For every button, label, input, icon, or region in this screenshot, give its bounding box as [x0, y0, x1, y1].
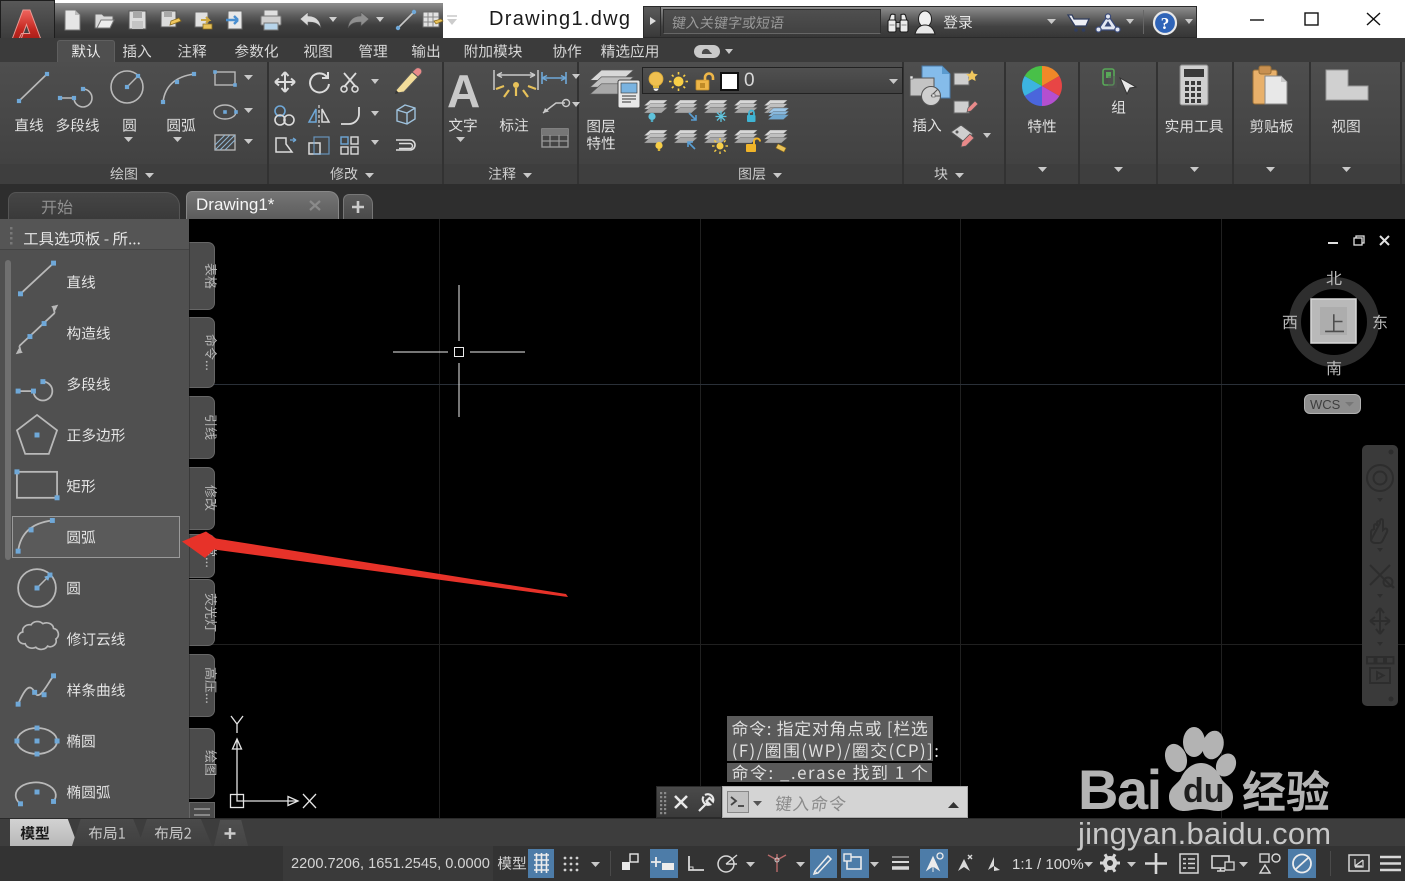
svg-text:?: ? — [1161, 14, 1170, 33]
